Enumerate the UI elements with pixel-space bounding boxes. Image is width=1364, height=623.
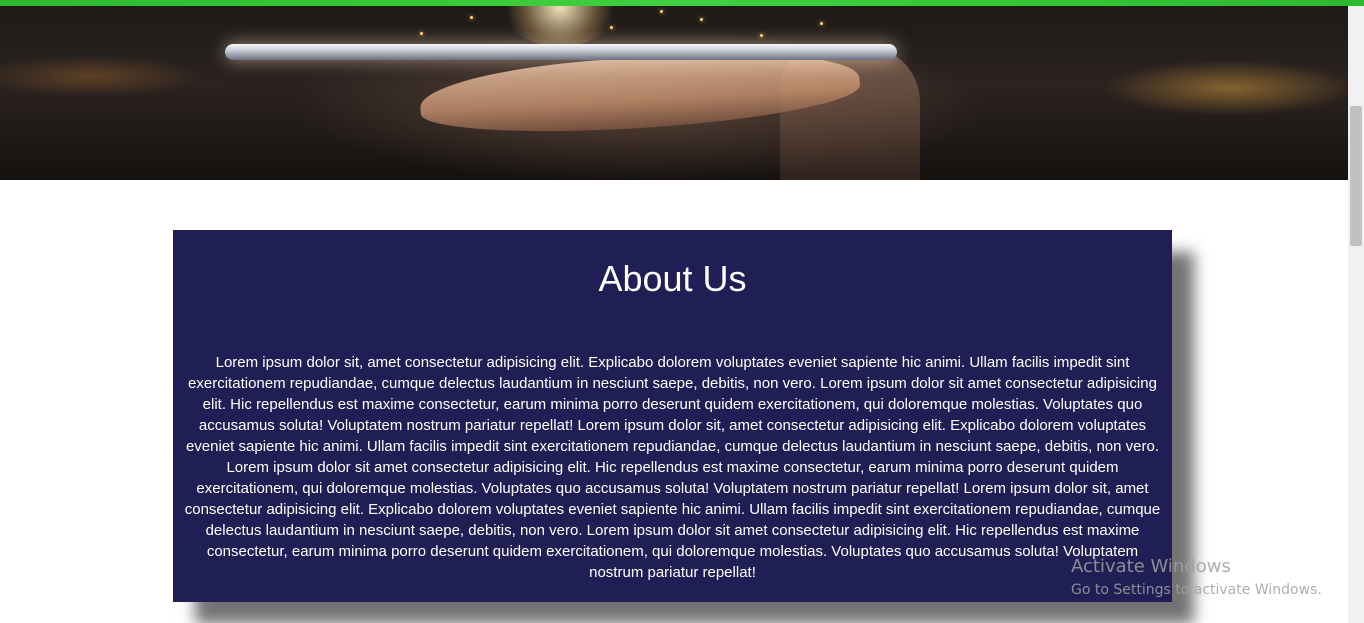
hero-sparkle [760,34,763,37]
hero-lightbulb-glow [500,6,620,46]
hero-sparkle [660,10,663,13]
about-us-title: About Us [598,258,747,299]
about-us-section: About Us Lorem ipsum dolor sit, amet con… [173,230,1172,602]
hero-sparkle [610,26,613,29]
hero-sparkle [700,18,703,21]
watermark-title: Activate Windows [1071,556,1231,577]
hero-banner-image [0,6,1348,180]
watermark-subtitle: Go to Settings to activate Windows. [1071,582,1322,598]
hero-tablet-shape [225,44,897,60]
hero-sparkle [820,22,823,25]
hero-sparkle [470,16,473,19]
about-us-text: Lorem ipsum dolor sit, amet consectetur … [184,354,1161,581]
page-scrollbar[interactable] [1348,6,1364,623]
hero-sparkle [420,32,423,35]
scrollbar-thumb[interactable] [1350,106,1362,246]
activate-windows-watermark: Activate Windows Go to Settings to activ… [1071,556,1322,600]
